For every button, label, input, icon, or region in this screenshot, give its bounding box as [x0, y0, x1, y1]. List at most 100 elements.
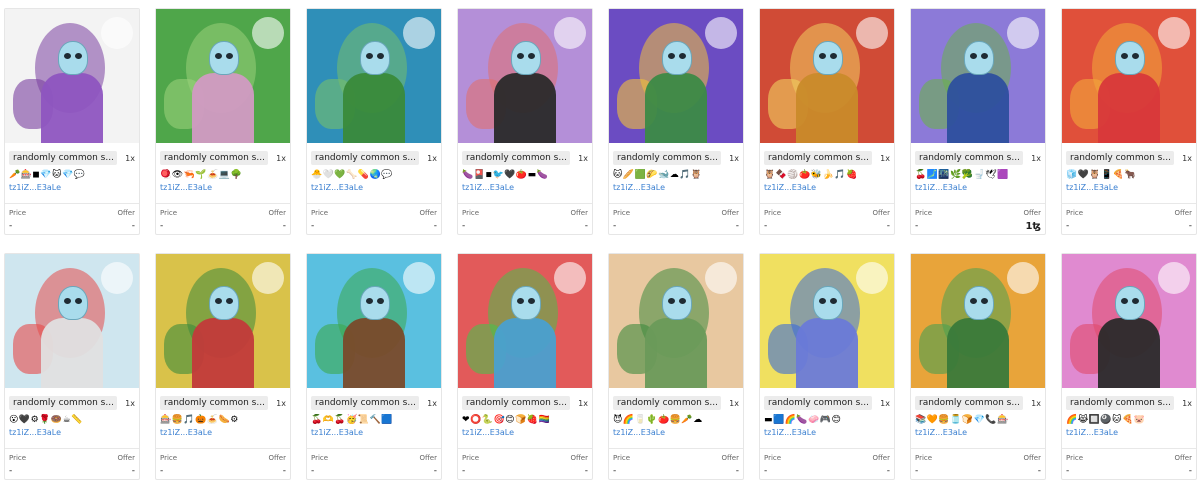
owner-link[interactable]: tz1iZ...E3aLe: [156, 182, 290, 194]
offer-label: Offer: [117, 209, 135, 217]
nft-artwork-image[interactable]: [609, 9, 743, 143]
nft-card[interactable]: randomly common s... 1x 🦉🍫🏐🍅🐝🍌🎵🍓 tz1iZ..…: [759, 8, 895, 235]
collection-tag[interactable]: randomly common s...: [462, 151, 570, 165]
nft-card[interactable]: randomly common s... 1x 🥕🎰◼💎🐱💎💬 tz1iZ...…: [4, 8, 140, 235]
price-value: -: [1066, 221, 1070, 231]
owner-link[interactable]: tz1iZ...E3aLe: [458, 427, 592, 439]
collection-tag[interactable]: randomly common s...: [160, 396, 268, 410]
nft-artwork-image[interactable]: [1062, 254, 1196, 388]
collection-tag[interactable]: randomly common s...: [9, 151, 117, 165]
nft-artwork-image[interactable]: [5, 254, 139, 388]
nft-artwork-image[interactable]: [911, 254, 1045, 388]
art-shape: [403, 262, 435, 294]
emoji-traits: 🐱🥖🟩🌮🐋☁🎵🦉: [613, 170, 703, 180]
emoji-traits: ▬🟦🌈🍆🧼🎮😊: [764, 415, 842, 425]
owner-link[interactable]: tz1iZ...E3aLe: [1062, 427, 1196, 439]
collection-tag[interactable]: randomly common s...: [462, 396, 570, 410]
figure-body: [41, 318, 103, 388]
collection-tag[interactable]: randomly common s...: [915, 396, 1023, 410]
emoji-traits: 📚🧡🍔🫙🍞💎📞🎰: [915, 415, 1009, 425]
collection-tag[interactable]: randomly common s...: [311, 151, 419, 165]
nft-card[interactable]: randomly common s... 1x 🍒🫶🍒🥳📜🔨🟦 tz1iZ...…: [306, 253, 442, 480]
art-shape: [554, 17, 586, 49]
price-value: -: [613, 466, 617, 476]
nft-card[interactable]: randomly common s... 1x 😮🖤⚙🌹🍩☕📏 tz1iZ...…: [4, 253, 140, 480]
nft-card[interactable]: randomly common s... 1x 🐱🥖🟩🌮🐋☁🎵🦉 tz1iZ..…: [608, 8, 744, 235]
collection-tag[interactable]: randomly common s...: [9, 396, 117, 410]
owner-link[interactable]: tz1iZ...E3aLe: [609, 182, 743, 194]
nft-artwork-image[interactable]: [760, 254, 894, 388]
nft-card[interactable]: randomly common s... 1x 😈🌈🥛🌵🍅🍔🥕☁ tz1iZ..…: [608, 253, 744, 480]
collection-tag[interactable]: randomly common s...: [764, 396, 872, 410]
art-shape: [705, 262, 737, 294]
price-label: Price: [160, 454, 178, 462]
price-offer-footer: Price Offer - -: [5, 203, 139, 234]
emoji-traits: 🌈😹🔲🎱🐱🍕🐷: [1066, 415, 1146, 425]
owner-link[interactable]: tz1iZ...E3aLe: [5, 427, 139, 439]
nft-artwork-image[interactable]: [760, 9, 894, 143]
nft-artwork-image[interactable]: [5, 9, 139, 143]
owner-link[interactable]: tz1iZ...E3aLe: [911, 182, 1045, 194]
owner-link[interactable]: tz1iZ...E3aLe: [458, 182, 592, 194]
nft-artwork-image[interactable]: [458, 254, 592, 388]
price-offer-footer: Price Offer - -: [760, 203, 894, 234]
offer-value: -: [886, 221, 890, 231]
nft-card[interactable]: randomly common s... 1x 🧊🖤🦉📱🍕🐂 tz1iZ...E…: [1061, 8, 1197, 235]
nft-card[interactable]: randomly common s... 1x ▬🟦🌈🍆🧼🎮😊 tz1iZ...…: [759, 253, 895, 480]
collection-tag[interactable]: randomly common s...: [1066, 151, 1174, 165]
owner-link[interactable]: tz1iZ...E3aLe: [760, 427, 894, 439]
skull-head: [58, 286, 88, 320]
owner-link[interactable]: tz1iZ...E3aLe: [609, 427, 743, 439]
owner-link[interactable]: tz1iZ...E3aLe: [307, 182, 441, 194]
nft-card[interactable]: randomly common s... 1x 🌈😹🔲🎱🐱🍕🐷 tz1iZ...…: [1061, 253, 1197, 480]
edition-count: 1x: [276, 398, 286, 408]
offer-value: -: [131, 221, 135, 231]
nft-artwork-image[interactable]: [458, 9, 592, 143]
edition-count: 1x: [427, 153, 437, 163]
collection-tag[interactable]: randomly common s...: [764, 151, 872, 165]
art-shape: [252, 17, 284, 49]
nft-artwork-image[interactable]: [156, 254, 290, 388]
nft-card[interactable]: randomly common s... 1x 🍆🎴◾🐦🖤🍅▬🍆 tz1iZ..…: [457, 8, 593, 235]
nft-card[interactable]: randomly common s... 1x 🎰🍔🎵🎃🍝🌭⚙ tz1iZ...…: [155, 253, 291, 480]
skull-head: [813, 41, 843, 75]
offer-label: Offer: [419, 454, 437, 462]
price-offer-footer: Price Offer - -: [911, 448, 1045, 479]
owner-link[interactable]: tz1iZ...E3aLe: [307, 427, 441, 439]
price-value: -: [160, 466, 164, 476]
owner-link[interactable]: tz1iZ...E3aLe: [1062, 182, 1196, 194]
offer-label: Offer: [721, 209, 739, 217]
nft-card[interactable]: randomly common s... 1x 🐣🤍💚🦴💊🌏💬 tz1iZ...…: [306, 8, 442, 235]
price-label: Price: [1066, 454, 1084, 462]
offer-value: -: [282, 466, 286, 476]
nft-artwork-image[interactable]: [911, 9, 1045, 143]
nft-artwork-image[interactable]: [307, 254, 441, 388]
collection-tag[interactable]: randomly common s...: [311, 396, 419, 410]
owner-link[interactable]: tz1iZ...E3aLe: [760, 182, 894, 194]
price-value: -: [915, 221, 919, 231]
price-offer-footer: Price Offer - -: [458, 203, 592, 234]
owner-link[interactable]: tz1iZ...E3aLe: [5, 182, 139, 194]
nft-card[interactable]: randomly common s... 1x 🍒🗾🌃🌿🥦🚽🕊🟪 tz1iZ..…: [910, 8, 1046, 235]
offer-label: Offer: [1174, 209, 1192, 217]
owner-link[interactable]: tz1iZ...E3aLe: [156, 427, 290, 439]
figure-body: [796, 318, 858, 388]
nft-card[interactable]: randomly common s... 1x 📚🧡🍔🫙🍞💎📞🎰 tz1iZ..…: [910, 253, 1046, 480]
collection-tag[interactable]: randomly common s...: [160, 151, 268, 165]
collection-tag[interactable]: randomly common s...: [915, 151, 1023, 165]
collection-tag[interactable]: randomly common s...: [613, 396, 721, 410]
offer-value: -: [1188, 221, 1192, 231]
figure-body: [494, 318, 556, 388]
collection-tag[interactable]: randomly common s...: [1066, 396, 1174, 410]
nft-card[interactable]: randomly common s... 1x ❤⭕🐍🎯😊🍞🍓🏳️‍🌈 tz1i…: [457, 253, 593, 480]
price-value: -: [764, 466, 768, 476]
owner-link[interactable]: tz1iZ...E3aLe: [911, 427, 1045, 439]
collection-tag[interactable]: randomly common s...: [613, 151, 721, 165]
nft-artwork-image[interactable]: [156, 9, 290, 143]
nft-artwork-image[interactable]: [609, 254, 743, 388]
nft-artwork-image[interactable]: [307, 9, 441, 143]
price-label: Price: [311, 209, 329, 217]
edition-count: 1x: [1031, 398, 1041, 408]
nft-card[interactable]: randomly common s... 1x 🪀👁🦐🌱🍝💻🌳 tz1iZ...…: [155, 8, 291, 235]
nft-artwork-image[interactable]: [1062, 9, 1196, 143]
